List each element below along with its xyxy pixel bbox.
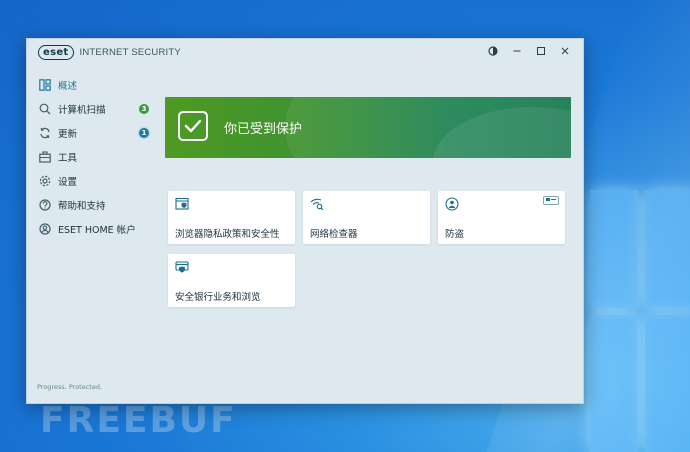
theme-toggle-icon[interactable]: [481, 42, 505, 60]
sidebar-item-update[interactable]: 更新 1: [27, 121, 155, 145]
sidebar-item-label: 更新: [58, 129, 78, 140]
card-safe-banking[interactable]: 安全银行业务和浏览: [168, 254, 295, 307]
device-tag-icon: [543, 196, 559, 205]
wifi-search-icon: [310, 196, 324, 211]
sidebar-item-label: ESET HOME 帐户: [58, 225, 136, 236]
sidebar: 概述 计算机扫描 3 更新 1 工具 设置 帮助和支持 ESET HOME 帐户…: [27, 73, 155, 403]
check-icon: [178, 111, 208, 141]
help-icon: [39, 199, 51, 211]
protection-status-text: 你已受到保护: [224, 122, 303, 137]
product-name: INTERNET SECURITY: [79, 47, 181, 58]
sidebar-item-computer-scan[interactable]: 计算机扫描 3: [27, 97, 155, 121]
overview-icon: [39, 79, 51, 91]
account-icon: [39, 223, 51, 235]
search-icon: [39, 103, 51, 115]
card-anti-theft[interactable]: 防盗: [438, 191, 565, 244]
browser-shield-icon: [175, 196, 189, 210]
refresh-icon: [39, 127, 51, 139]
watermark-text: FREEBUF: [40, 400, 237, 441]
sidebar-item-label: 概述: [58, 81, 78, 92]
sidebar-item-overview[interactable]: 概述: [27, 73, 155, 97]
sidebar-item-help[interactable]: 帮助和支持: [27, 193, 155, 217]
card-label: 网络检查器: [310, 229, 358, 240]
titlebar: eset INTERNET SECURITY: [27, 39, 583, 65]
card-label: 浏览器隐私政策和安全性: [175, 229, 280, 240]
card-label: 安全银行业务和浏览: [175, 292, 261, 303]
card-network-inspector[interactable]: 网络检查器: [303, 191, 430, 244]
close-icon[interactable]: [553, 42, 577, 60]
card-label: 防盗: [445, 229, 465, 240]
protection-status-banner: 你已受到保护: [165, 97, 571, 158]
bank-card-shield-icon: [175, 259, 189, 273]
sidebar-item-tools[interactable]: 工具: [27, 145, 155, 169]
card-browser-privacy[interactable]: 浏览器隐私政策和安全性: [168, 191, 295, 244]
sidebar-item-label: 帮助和支持: [58, 201, 106, 212]
sidebar-item-label: 计算机扫描: [58, 105, 106, 116]
scan-count-badge: 3: [139, 104, 149, 114]
app-logo: eset INTERNET SECURITY: [38, 45, 181, 60]
sidebar-item-label: 设置: [58, 177, 78, 188]
gear-icon: [39, 175, 51, 187]
window-controls: [481, 42, 577, 60]
sidebar-item-settings[interactable]: 设置: [27, 169, 155, 193]
windows-logo: [590, 190, 690, 452]
footer-tagline: Progress. Protected.: [37, 383, 103, 391]
update-count-badge: 1: [139, 128, 149, 138]
anti-theft-icon: [445, 196, 459, 211]
sidebar-item-eset-home[interactable]: ESET HOME 帐户: [27, 217, 155, 241]
maximize-icon[interactable]: [529, 42, 553, 60]
eset-logo-mark: eset: [38, 45, 74, 60]
app-window: eset INTERNET SECURITY 概述 计算机扫描 3 更新 1 工…: [26, 38, 584, 404]
toolbox-icon: [39, 151, 51, 163]
minimize-icon[interactable]: [505, 42, 529, 60]
sidebar-item-label: 工具: [58, 153, 78, 164]
